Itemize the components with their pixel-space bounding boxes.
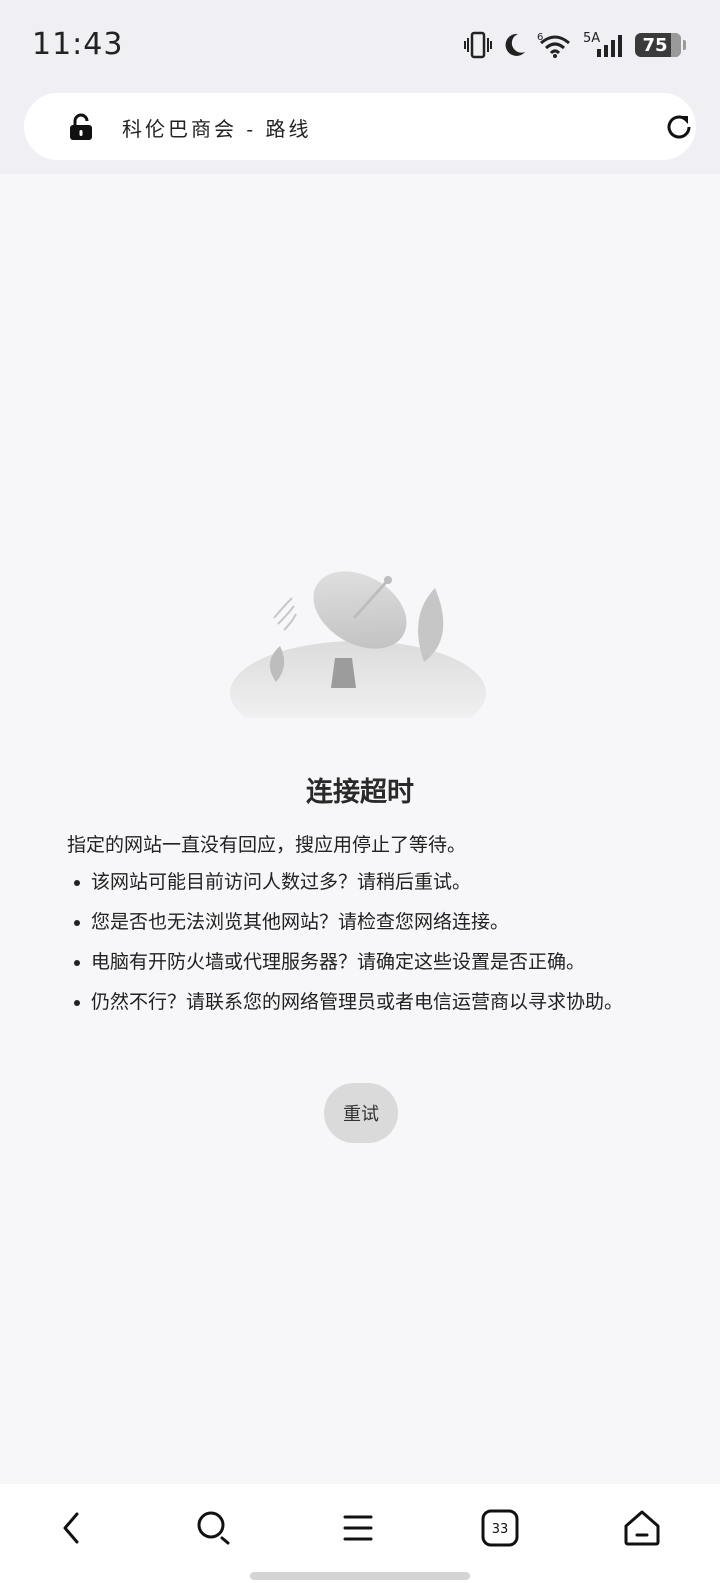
status-time: 11:43 <box>32 27 124 62</box>
reload-icon[interactable] <box>664 112 694 142</box>
menu-icon <box>343 1515 373 1541</box>
signal-icon: 5A <box>583 31 622 57</box>
tabs-button[interactable]: 33 <box>478 1506 522 1550</box>
battery-nub <box>683 40 686 50</box>
status-icons: 6 5A 75 <box>463 29 686 61</box>
tab-count: 33 <box>492 1522 509 1537</box>
battery-level: 75 <box>642 34 668 56</box>
wifi-icon: 6 <box>537 32 570 58</box>
network-label: 5A <box>583 31 600 46</box>
unlock-icon[interactable] <box>68 113 94 141</box>
search-button[interactable] <box>192 1506 236 1550</box>
back-icon <box>63 1512 79 1544</box>
back-button[interactable] <box>50 1506 94 1550</box>
tabs-icon: 33 <box>481 1509 519 1547</box>
bottom-nav: 33 <box>0 1484 720 1593</box>
home-icon <box>624 1510 660 1546</box>
vibrate-icon <box>464 31 492 59</box>
address-bar[interactable]: 科伦巴商会 - 路线 <box>24 93 696 160</box>
error-title: 连接超时 <box>306 777 414 808</box>
error-description: 指定的网站一直没有回应，搜应用停止了等待。 <box>67 834 467 856</box>
wifi-label: 6 <box>537 32 543 43</box>
home-indicator[interactable] <box>250 1572 470 1580</box>
suggestion-item: 您是否也无法浏览其他网站？请检查您网络连接。 <box>67 910 627 934</box>
error-page: 连接超时 指定的网站一直没有回应，搜应用停止了等待。 该网站可能目前访问人数过多… <box>0 174 720 1484</box>
home-button[interactable] <box>620 1506 664 1550</box>
error-suggestions: 该网站可能目前访问人数过多？请稍后重试。 您是否也无法浏览其他网站？请检查您网络… <box>67 870 627 1030</box>
suggestion-item: 该网站可能目前访问人数过多？请稍后重试。 <box>67 870 627 894</box>
suggestion-item: 电脑有开防火墙或代理服务器？请确定这些设置是否正确。 <box>67 950 627 974</box>
status-bar: 11:43 6 5A 75 <box>0 0 720 90</box>
moon-icon <box>505 33 525 56</box>
suggestion-item: 仍然不行？请联系您的网络管理员或者电信运营商以寻求协助。 <box>67 990 627 1014</box>
satellite-dish-illustration <box>230 571 486 718</box>
retry-button[interactable]: 重试 <box>324 1083 398 1143</box>
address-area: 科伦巴商会 - 路线 <box>0 90 720 174</box>
page-title[interactable]: 科伦巴商会 - 路线 <box>122 113 311 142</box>
menu-button[interactable] <box>336 1506 380 1550</box>
search-icon <box>197 1511 230 1545</box>
battery-icon: 75 <box>635 33 681 57</box>
